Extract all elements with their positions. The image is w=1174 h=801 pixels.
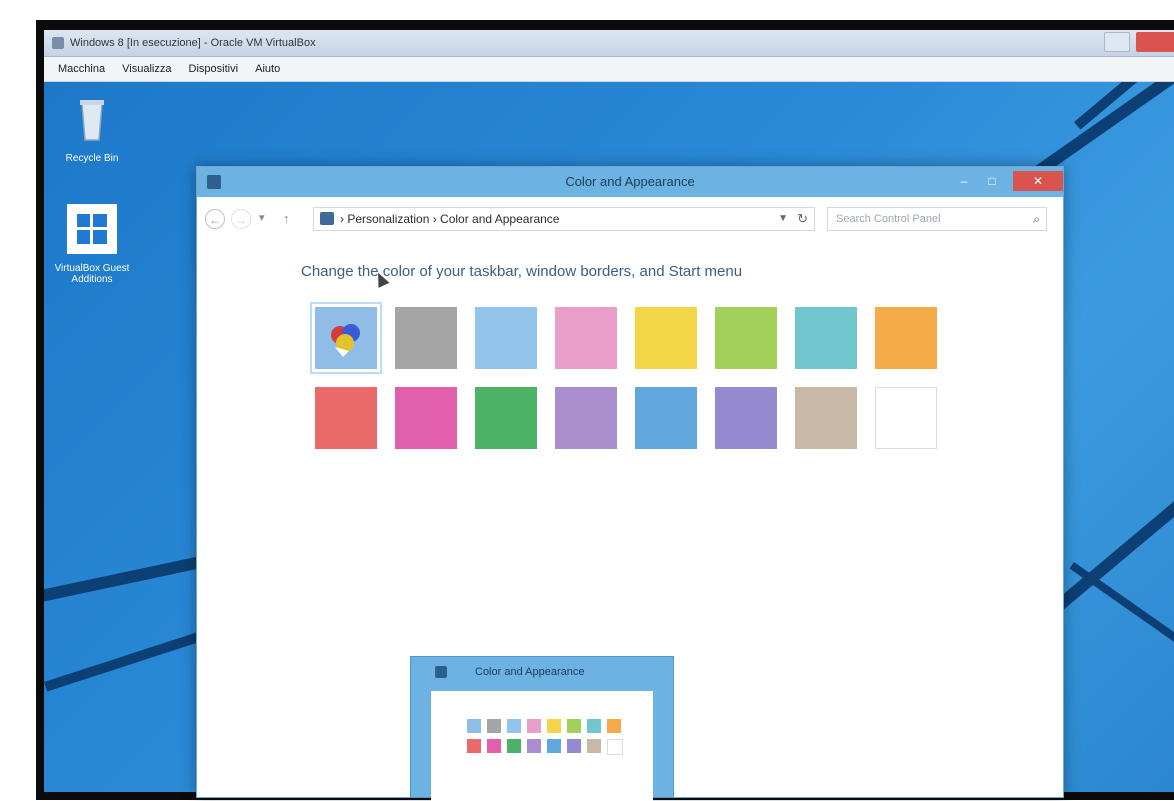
breadcrumb[interactable]: › Personalization › Color and Appearance	[340, 208, 559, 230]
color-swatch-magenta[interactable]	[395, 387, 457, 449]
desktop-icon-label: Recycle Bin	[65, 153, 119, 164]
color-swatch-taupe[interactable]	[795, 387, 857, 449]
close-button[interactable]: ✕	[1013, 171, 1063, 191]
window-title-bar: Color and Appearance – □ ✕	[197, 167, 1063, 197]
thumbnail-swatch-magenta	[487, 739, 501, 753]
window-title: Color and Appearance	[565, 174, 695, 189]
thumbnail-swatch-green	[507, 739, 521, 753]
color-swatch-white[interactable]	[875, 387, 937, 449]
desktop-icon-label: VirtualBox Guest Additions	[54, 263, 130, 285]
color-swatch-red[interactable]	[315, 387, 377, 449]
vm-menu-bar: Macchina Visualizza Dispositivi Aiuto	[44, 57, 1174, 82]
thumbnail-swatch-blue	[547, 739, 561, 753]
color-swatch-orange[interactable]	[875, 307, 937, 369]
color-swatch-yellow[interactable]	[635, 307, 697, 369]
vm-window-title: Windows 8 [In esecuzione] - Oracle VM Vi…	[70, 37, 316, 49]
taskbar-thumbnail-preview[interactable]: Color and Appearance	[410, 656, 674, 801]
recycle-bin-icon	[80, 100, 104, 141]
color-swatch-automatic[interactable]	[310, 302, 382, 374]
magnifier-icon[interactable]: ⌕	[1033, 208, 1040, 230]
search-placeholder: Search Control Panel	[836, 213, 941, 225]
recent-locations-icon[interactable]: ▾	[259, 211, 265, 224]
windows-installer-icon	[67, 204, 117, 254]
thumbnail-swatch-lime	[567, 719, 581, 733]
minimize-button[interactable]: –	[951, 171, 977, 191]
maximize-button[interactable]: □	[979, 171, 1005, 191]
color-swatch-light-blue[interactable]	[475, 307, 537, 369]
control-panel-icon	[435, 666, 447, 678]
thumbnail-swatch-orange	[607, 719, 621, 733]
thumbnail-swatch-teal	[587, 719, 601, 733]
vm-title-bar: Windows 8 [In esecuzione] - Oracle VM Vi…	[44, 30, 1174, 57]
wallpaper-beam	[1069, 562, 1174, 649]
desktop-icon-recycle-bin[interactable]: Recycle Bin	[52, 92, 132, 164]
forward-button[interactable]: →	[231, 209, 251, 229]
vm-menu-devices[interactable]: Dispositivi	[189, 57, 239, 81]
automatic-color-icon	[331, 324, 360, 357]
color-swatch-violet[interactable]	[715, 387, 777, 449]
thumbnail-swatch-yellow	[547, 719, 561, 733]
thumbnail-title-bar: Color and Appearance	[411, 657, 673, 687]
address-bar[interactable]: › Personalization › Color and Appearance…	[313, 207, 815, 231]
search-input[interactable]: Search Control Panel ⌕	[827, 207, 1047, 231]
thumbnail-swatch-light-blue	[507, 719, 521, 733]
color-swatch-lime[interactable]	[715, 307, 777, 369]
thumbnail-swatch-violet	[567, 739, 581, 753]
thumbnail-swatch-white	[607, 739, 623, 755]
color-swatch-gray[interactable]	[395, 307, 457, 369]
control-panel-icon	[207, 175, 221, 189]
thumbnail-title: Color and Appearance	[475, 666, 585, 678]
thumbnail-body	[431, 691, 653, 801]
navigation-bar: ← → ▾ ↑ › Personalization › Color and Ap…	[197, 199, 1063, 239]
color-swatch-pink[interactable]	[555, 307, 617, 369]
vm-close-button[interactable]	[1136, 32, 1174, 52]
thumbnail-swatch-taupe	[587, 739, 601, 753]
color-swatch-purple[interactable]	[555, 387, 617, 449]
vm-menu-view[interactable]: Visualizza	[122, 57, 171, 81]
desktop-icon-guest-additions[interactable]: VirtualBox Guest Additions	[52, 202, 132, 285]
thumbnail-swatch-pink	[527, 719, 541, 733]
control-panel-icon	[320, 212, 334, 225]
up-arrow-icon[interactable]: ↑	[283, 211, 290, 226]
back-button[interactable]: ←	[205, 209, 225, 229]
thumbnail-swatch-purple	[527, 739, 541, 753]
color-swatch-green[interactable]	[475, 387, 537, 449]
page-heading: Change the color of your taskbar, window…	[301, 263, 743, 280]
vm-maximize-button[interactable]	[1104, 32, 1130, 52]
vm-menu-help[interactable]: Aiuto	[255, 57, 280, 81]
vm-menu-machine[interactable]: Macchina	[58, 57, 105, 81]
thumbnail-swatch-gray	[487, 719, 501, 733]
virtualbox-icon	[52, 37, 64, 49]
color-swatch-teal[interactable]	[795, 307, 857, 369]
thumbnail-swatch-red	[467, 739, 481, 753]
thumbnail-swatch-automatic	[467, 719, 481, 733]
color-swatch-blue[interactable]	[635, 387, 697, 449]
chevron-down-icon[interactable]: ▼	[778, 208, 788, 230]
refresh-icon[interactable]: ↻	[797, 208, 808, 230]
